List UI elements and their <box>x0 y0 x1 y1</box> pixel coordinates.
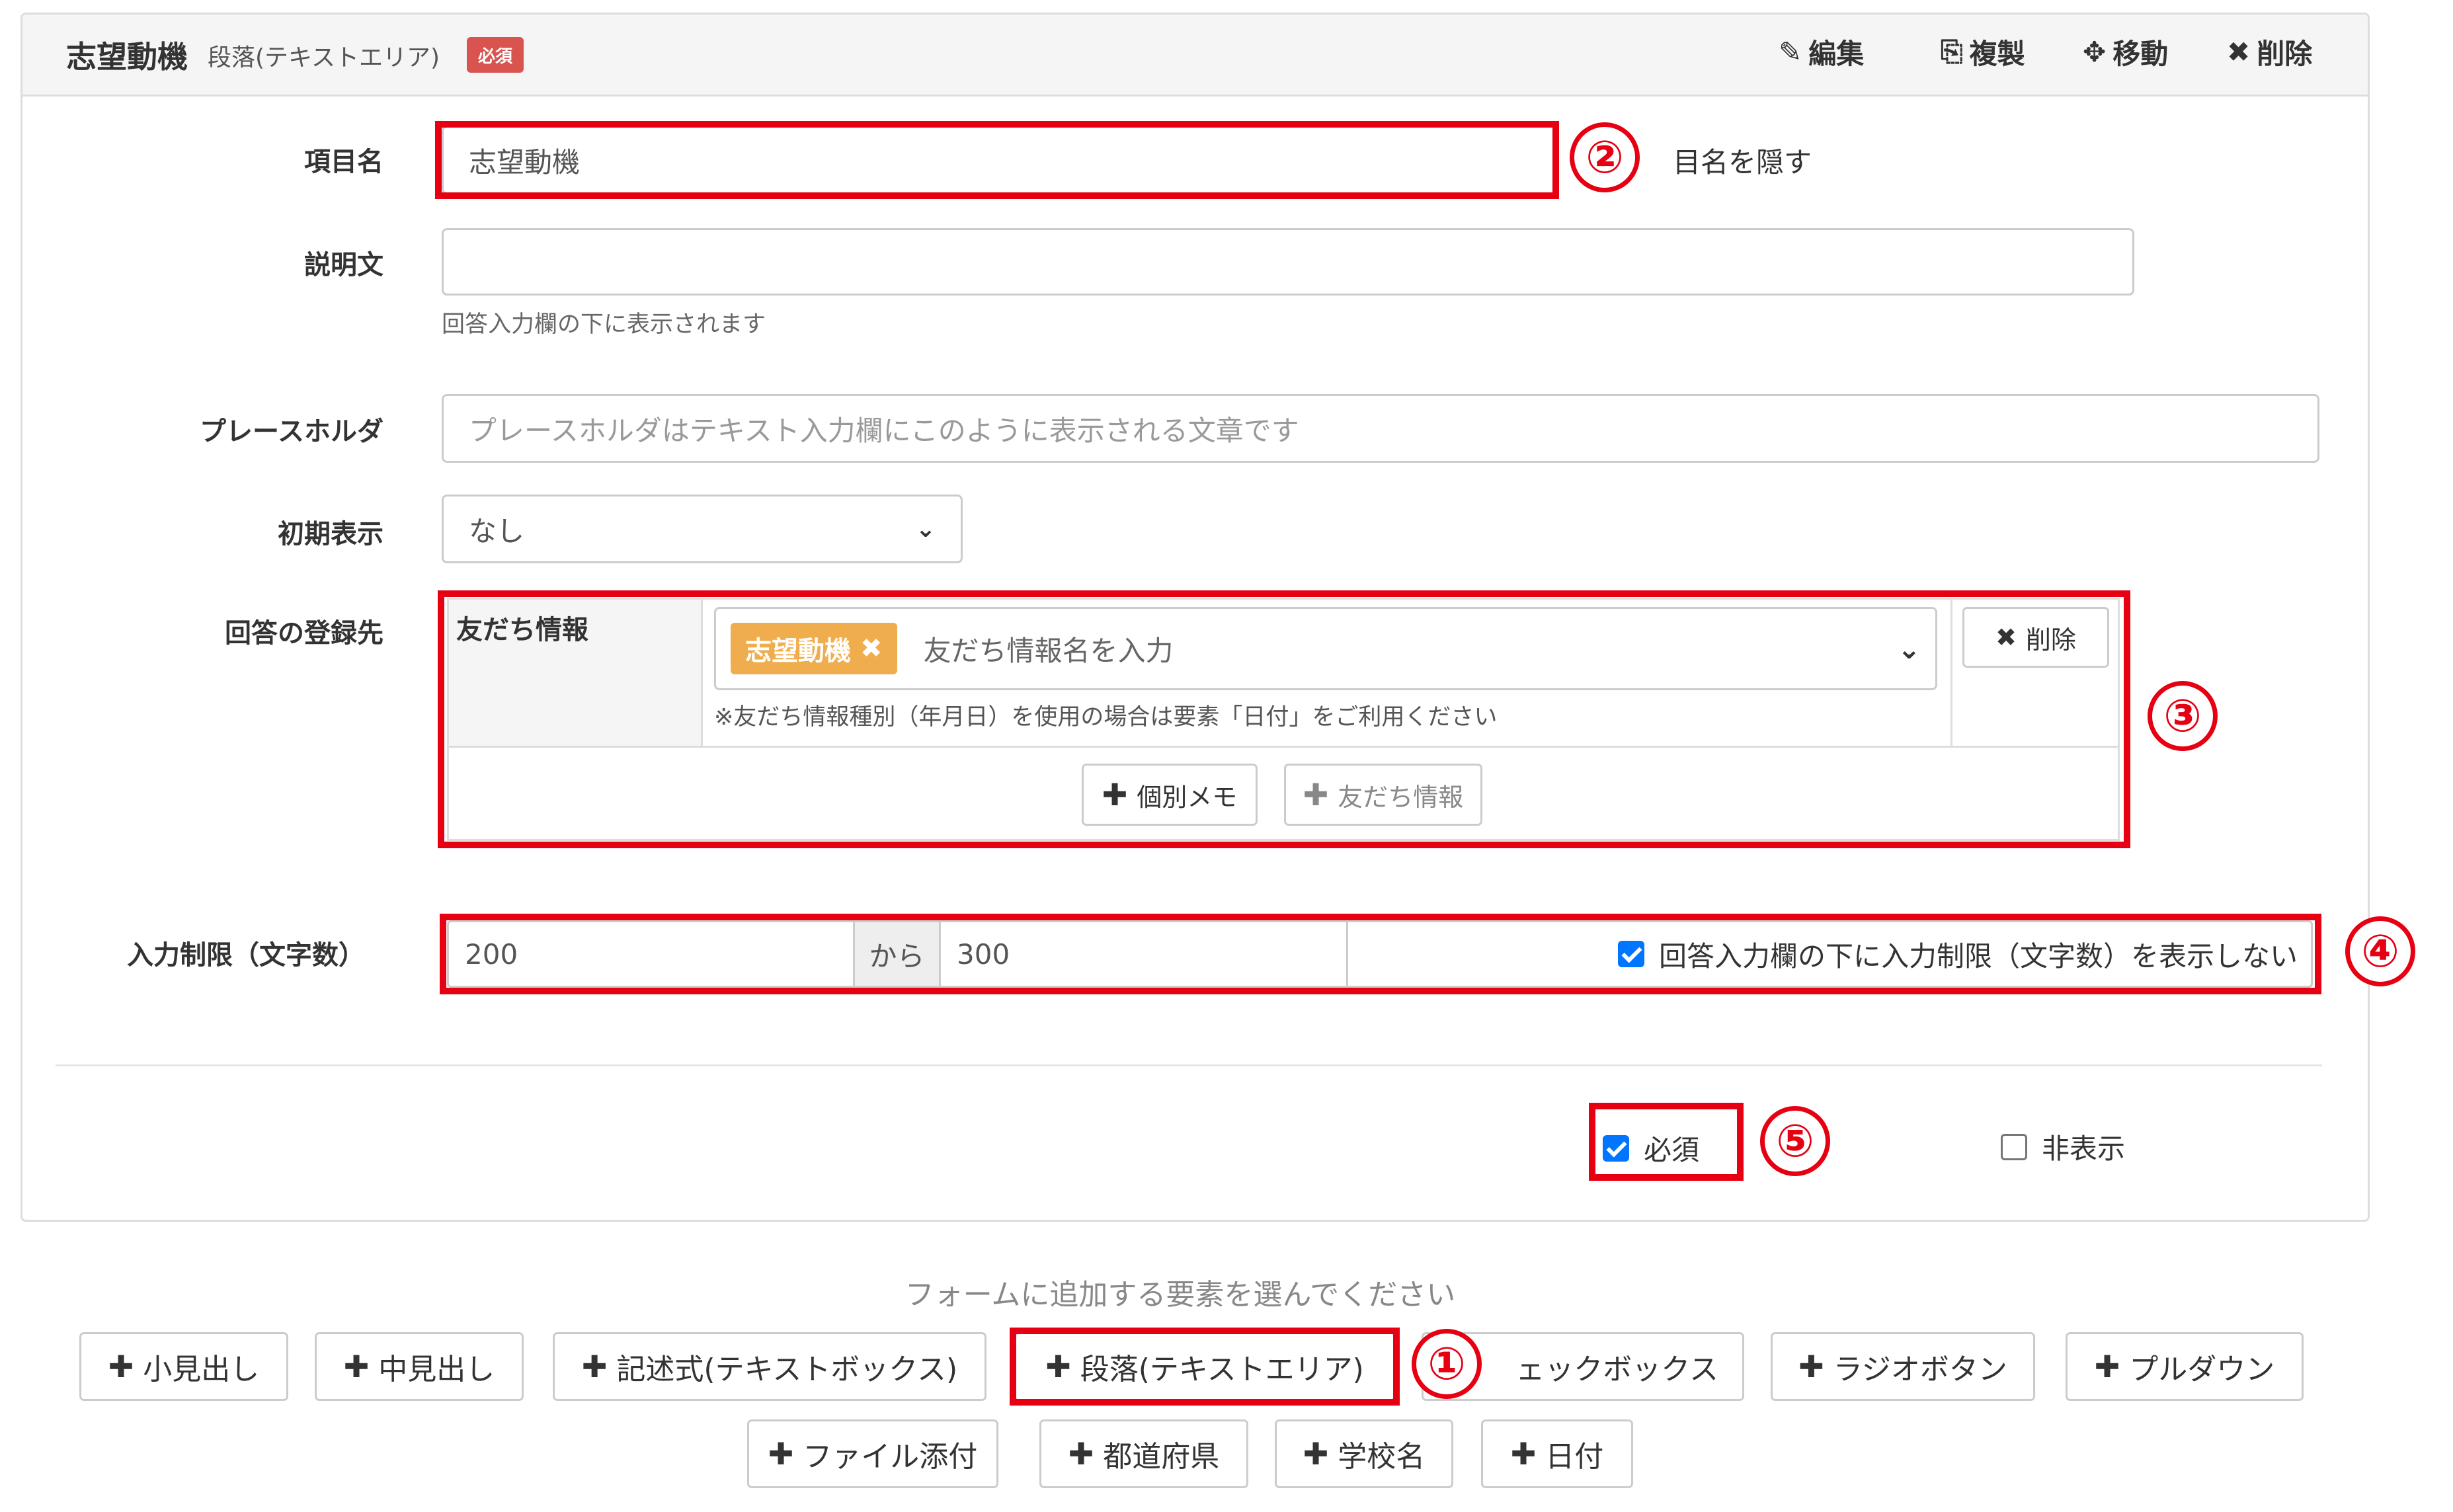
input-limit-label: 入力制限（文字数） <box>127 940 365 971</box>
plus-icon: ✚ <box>108 1349 134 1384</box>
chevron-down-icon: ⌄ <box>915 515 936 543</box>
delete-button[interactable]: ✖ 削除 <box>2227 33 2312 70</box>
add-date-button[interactable]: ✚ 日付 <box>1481 1419 1633 1488</box>
add-small-heading-button[interactable]: ✚ 小見出し <box>79 1332 288 1401</box>
add-radio-button[interactable]: ✚ ラジオボタン <box>1771 1332 2035 1401</box>
highlight-input-limit <box>440 914 2321 994</box>
hide-label-text: 目名を隠す <box>1673 146 1812 179</box>
marker-5: ⑤ <box>1760 1106 1830 1176</box>
edit-button[interactable]: ✎ 編集 <box>1779 33 1864 70</box>
highlight-item-name <box>435 121 1559 199</box>
plus-icon: ✚ <box>1068 1436 1094 1472</box>
highlight-textarea-button <box>1010 1328 1400 1406</box>
add-element-prompt: フォームに追加する要素を選んでください <box>905 1278 1456 1312</box>
answer-destination-label: 回答の登録先 <box>225 618 383 649</box>
item-name-label: 項目名 <box>304 147 383 177</box>
marker-1: ① <box>1412 1329 1482 1399</box>
initial-display-label: 初期表示 <box>278 519 383 549</box>
add-medium-heading-button[interactable]: ✚ 中見出し <box>315 1332 524 1401</box>
plus-icon: ✚ <box>1798 1349 1824 1384</box>
highlight-destination <box>438 590 2130 848</box>
element-type: 段落(テキストエリア) <box>208 44 440 71</box>
plus-icon: ✚ <box>343 1349 370 1384</box>
plus-icon: ✚ <box>768 1436 794 1472</box>
add-school-button[interactable]: ✚ 学校名 <box>1275 1419 1453 1488</box>
add-textbox-button[interactable]: ✚ 記述式(テキストボックス) <box>553 1332 986 1401</box>
copy-icon: ⎘ <box>1941 35 1963 67</box>
add-prefecture-button[interactable]: ✚ 都道府県 <box>1039 1419 1248 1488</box>
hidden-checkbox[interactable] <box>2001 1133 2027 1160</box>
highlight-required <box>1589 1103 1744 1181</box>
add-file-button[interactable]: ✚ ファイル添付 <box>747 1419 998 1488</box>
plus-icon: ✚ <box>1510 1436 1537 1472</box>
add-pulldown-button[interactable]: ✚ プルダウン <box>2066 1332 2304 1401</box>
placeholder-label: プレースホルダ <box>200 417 383 447</box>
move-icon: ✥ <box>2083 35 2107 68</box>
marker-2: ② <box>1570 122 1640 192</box>
element-title: 志望動機 <box>66 39 188 75</box>
placeholder-input[interactable]: プレースホルダはテキスト入力欄にこのように表示される文章です <box>442 394 2319 463</box>
description-input[interactable] <box>442 228 2134 296</box>
marker-3: ③ <box>2148 681 2218 751</box>
hidden-option[interactable]: 非表示 <box>2001 1127 2125 1167</box>
plus-icon: ✚ <box>1303 1436 1329 1472</box>
move-button[interactable]: ✥ 移動 <box>2083 33 2168 70</box>
initial-display-select[interactable]: なし ⌄ <box>442 495 963 563</box>
required-badge: 必須 <box>467 37 524 73</box>
duplicate-button[interactable]: ⎘ 複製 <box>1941 33 2025 70</box>
close-icon: ✖ <box>2227 35 2251 68</box>
marker-4: ④ <box>2345 916 2415 986</box>
section-divider <box>56 1064 2322 1066</box>
plus-icon: ✚ <box>2094 1349 2120 1384</box>
plus-icon: ✚ <box>581 1349 608 1384</box>
description-help: 回答入力欄の下に表示されます <box>442 311 766 338</box>
pencil-icon: ✎ <box>1779 35 1802 68</box>
description-label: 説明文 <box>304 250 383 280</box>
